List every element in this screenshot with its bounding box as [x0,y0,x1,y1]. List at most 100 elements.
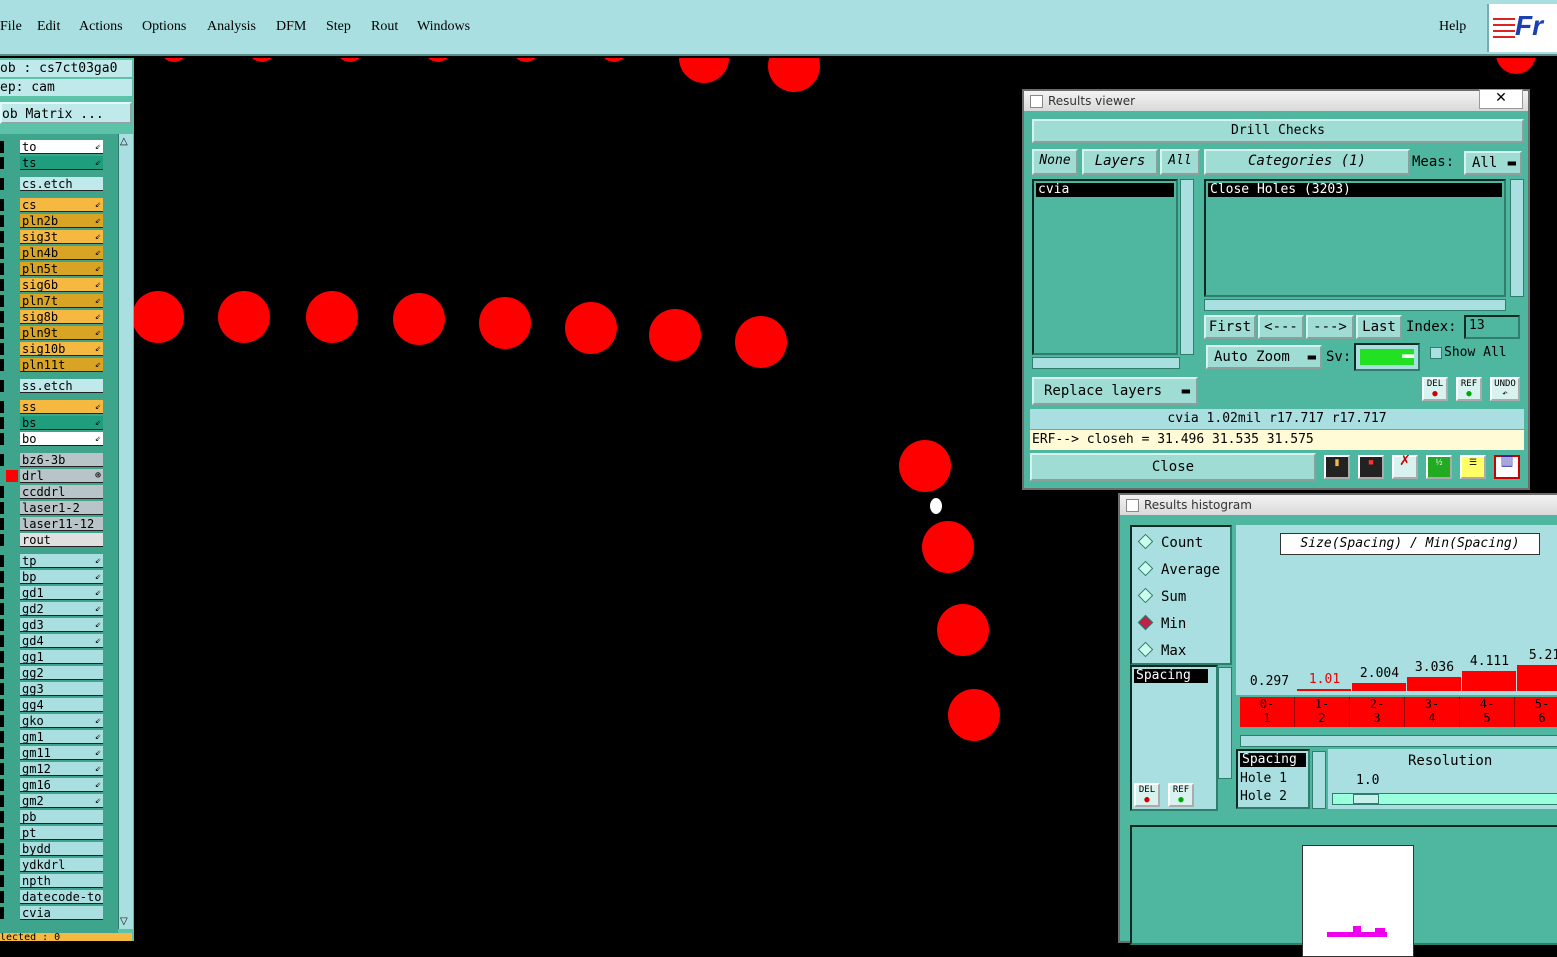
layer-name[interactable]: ts ⇙ [20,156,103,170]
layer-affect-box[interactable] [0,731,4,743]
layer-list-item[interactable]: cvia [1036,183,1174,197]
layer-row[interactable]: pb [0,810,104,824]
layer-affect-box[interactable] [0,683,4,695]
layer-name[interactable]: sig10b ⇙ [20,342,103,356]
layer-tool-icon[interactable]: ▮ [1324,455,1350,479]
layer-name[interactable]: drl ⊕ [20,469,103,483]
layer-affect-box[interactable] [0,603,4,615]
layer-affect-box[interactable] [0,247,4,259]
radio-count[interactable]: Count [1137,533,1203,551]
resolution-slider[interactable] [1332,793,1557,805]
close-button[interactable]: Close [1030,453,1316,481]
layer-affect-box[interactable] [0,827,4,839]
drill-pad[interactable] [649,309,701,361]
layer-affect-box[interactable] [0,779,4,791]
layer-row[interactable]: bp ⇙ [0,570,104,584]
layer-affect-box[interactable] [0,343,4,355]
drill-pad[interactable] [248,58,276,62]
hist-ref-icon[interactable]: REF ● [1168,783,1194,807]
layer-name[interactable]: datecode-to [20,890,103,904]
layer-affect-box[interactable] [0,199,4,211]
drill-pad[interactable] [735,316,787,368]
histogram-bin-range[interactable]: 3- 4 [1405,697,1460,727]
layer-name[interactable]: pln11t ⇙ [20,358,103,372]
layer-name[interactable]: cvia [20,906,103,920]
layer-row[interactable]: gd3 ⇙ [0,618,104,632]
layer-row[interactable]: sig3t ⇙ [0,230,104,244]
close-window-button[interactable]: ✕ [1479,89,1523,109]
menu-file[interactable]: File [0,19,22,35]
layer-row[interactable]: pln7t ⇙ [0,294,104,308]
drill-pad[interactable] [393,293,445,345]
scroll-down-icon[interactable]: ▽ [120,916,128,927]
hist-del-icon[interactable]: DEL ● [1134,783,1160,807]
job-matrix-button[interactable]: ob Matrix ... [0,102,132,124]
report-icon[interactable]: ☰ [1460,455,1486,479]
show-all-checkbox[interactable] [1430,347,1442,359]
layer-affect-box[interactable] [0,401,4,413]
layer-affect-box[interactable] [0,747,4,759]
layer-affect-box[interactable] [0,215,4,227]
histogram-bin-range[interactable]: 4- 5 [1460,697,1515,727]
layer-row[interactable]: bs ⇙ [0,416,104,430]
drill-pad[interactable] [937,604,989,656]
layer-name[interactable]: gd3 ⇙ [20,618,103,632]
layer-affect-box[interactable] [0,571,4,583]
layer-affect-box[interactable] [0,534,4,546]
histogram-titlebar[interactable]: Results histogram [1120,495,1557,515]
layer-affect-box[interactable] [0,417,4,429]
layer-row[interactable]: gd2 ⇙ [0,602,104,616]
layer-name[interactable]: bz6-3b [20,453,103,467]
layer-affect-box[interactable] [0,454,4,466]
layer-name[interactable]: sig3t ⇙ [20,230,103,244]
histogram-icon[interactable]: ▥ [1494,455,1520,479]
layer-name[interactable]: ydkdrl [20,858,103,872]
layer-name[interactable]: npth [20,874,103,888]
ref-icon[interactable]: REF ● [1456,377,1482,401]
layer-row[interactable]: pln11t ⇙ [0,358,104,372]
drill-pad[interactable] [565,302,617,354]
drill-pad[interactable] [922,521,974,573]
index-input[interactable]: 13 [1464,315,1520,339]
layers-vscroll[interactable] [1180,179,1194,355]
layer-row[interactable]: bo ⇙ [0,432,104,446]
scroll-up-icon[interactable]: △ [120,136,128,147]
layer-row[interactable]: bz6-3b [0,453,104,467]
layer-name[interactable]: cs.etch [20,177,103,191]
layer-name[interactable]: gm2 ⇙ [20,794,103,808]
layer-name[interactable]: ccddrl [20,485,103,499]
layer-row[interactable]: sig10b ⇙ [0,342,104,356]
drill-pad[interactable] [424,58,452,62]
slider-thumb[interactable] [1353,794,1379,804]
layer-name[interactable]: pln9t ⇙ [20,326,103,340]
layer-affect-box[interactable] [0,311,4,323]
layer-row[interactable]: tp ⇙ [0,554,104,568]
histogram-bar[interactable] [1517,665,1557,691]
undo-icon[interactable]: UNDO ↶ [1490,377,1520,401]
layer-row[interactable]: gd1 ⇙ [0,586,104,600]
layer-name[interactable]: pln5t ⇙ [20,262,103,276]
layer-affect-box[interactable] [0,891,4,903]
histogram-bin-range[interactable]: 2- 3 [1350,697,1405,727]
del-icon[interactable]: DEL ● [1422,377,1448,401]
layer-affect-box[interactable] [0,763,4,775]
radio-max[interactable]: Max [1137,641,1186,659]
layer-affect-box[interactable] [0,502,4,514]
all-button[interactable]: All [1160,149,1200,175]
layer-row[interactable]: gg3 [0,682,104,696]
layer-row[interactable]: rout [0,533,104,547]
layer-affect-box[interactable] [0,518,4,530]
layer-row[interactable]: cvia [0,906,104,920]
sv-color-dropdown[interactable]: ▬ [1354,343,1420,371]
layer-row[interactable]: ss ⇙ [0,400,104,414]
drill-pad[interactable] [768,58,820,92]
layer-name[interactable]: to ⇙ [20,140,103,154]
layer-name[interactable]: gd1 ⇙ [20,586,103,600]
layer-name[interactable]: pln2b ⇙ [20,214,103,228]
drill-pad[interactable] [679,58,729,83]
drill-pad[interactable] [479,297,531,349]
layer-affect-box[interactable] [0,279,4,291]
layer-row[interactable]: pln9t ⇙ [0,326,104,340]
layer-row[interactable]: npth [0,874,104,888]
layer-name[interactable]: bo ⇙ [20,432,103,446]
